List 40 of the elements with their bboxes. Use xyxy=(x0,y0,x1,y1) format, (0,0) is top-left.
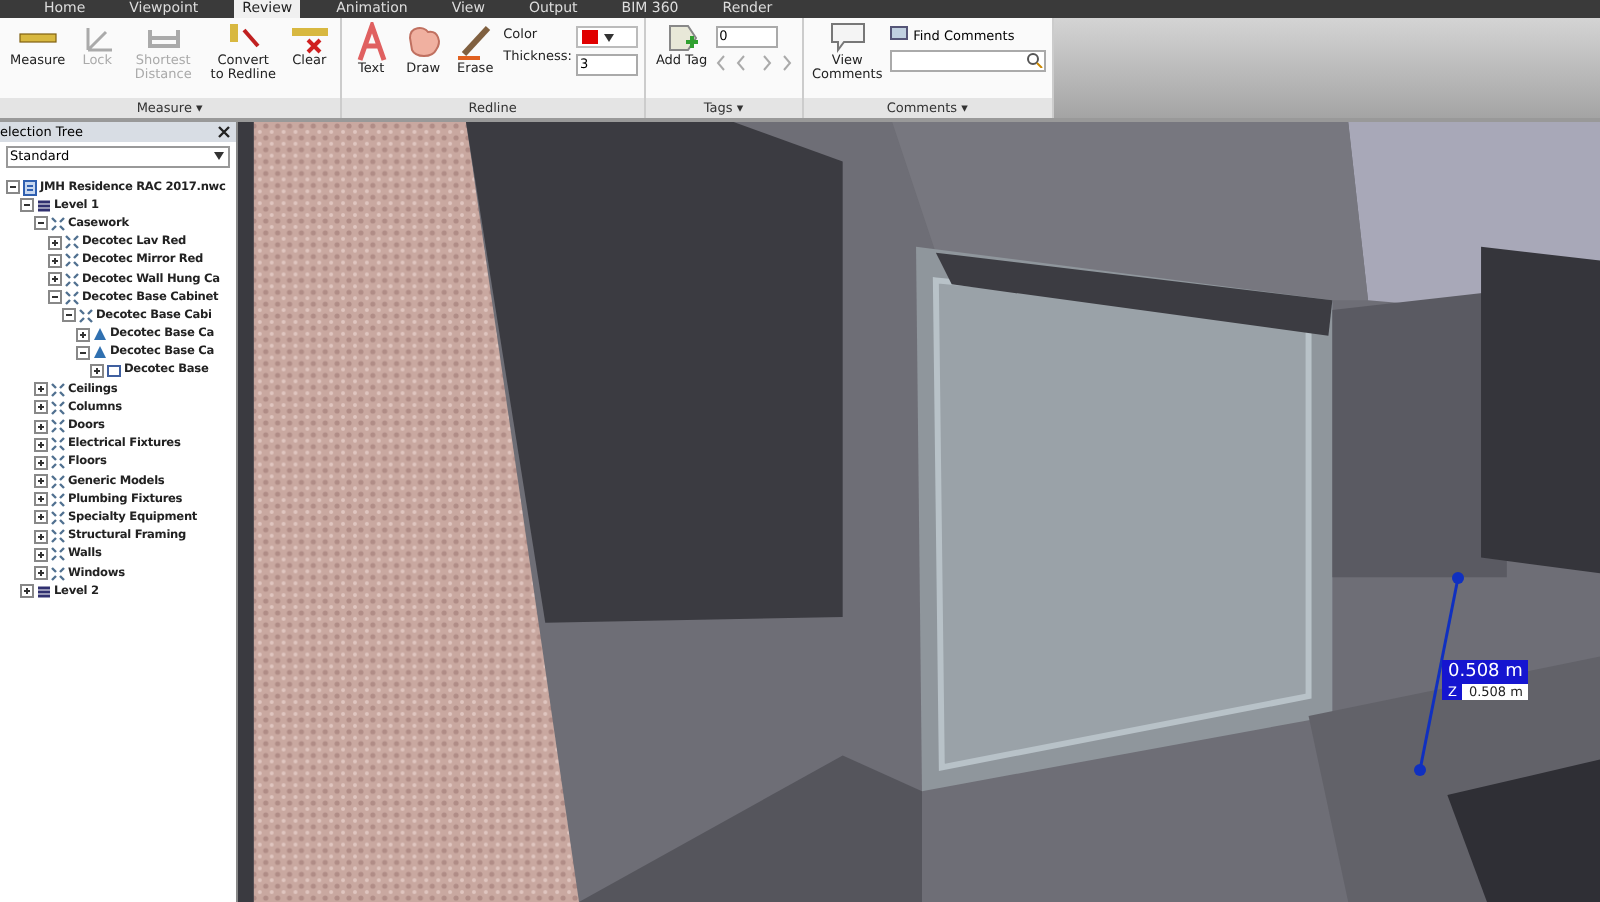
expand-icon[interactable] xyxy=(34,474,48,489)
expand-icon[interactable] xyxy=(48,235,62,250)
expand-icon[interactable] xyxy=(20,584,34,599)
collapse-icon[interactable] xyxy=(48,290,62,305)
search-icon[interactable] xyxy=(1025,52,1044,68)
caret-icon xyxy=(603,33,614,41)
collapse-icon[interactable] xyxy=(6,180,20,195)
measurement-distance: 0.508 m xyxy=(1442,660,1529,684)
cloud-icon xyxy=(403,22,444,62)
geometry-icon xyxy=(106,362,122,379)
expand-icon[interactable] xyxy=(76,327,90,342)
expand-icon[interactable] xyxy=(34,419,48,434)
tag-icon xyxy=(663,22,700,54)
eraser-icon xyxy=(455,22,496,62)
collapse-icon[interactable] xyxy=(34,216,48,231)
clear-icon xyxy=(289,22,330,54)
color-picker[interactable] xyxy=(575,26,638,48)
file-icon xyxy=(22,179,38,196)
expand-icon[interactable] xyxy=(34,492,48,507)
expand-icon[interactable] xyxy=(34,400,48,415)
speech-bubble-icon xyxy=(829,22,866,54)
expand-icon[interactable] xyxy=(90,363,104,378)
expand-icon[interactable] xyxy=(48,272,62,287)
expand-icon[interactable] xyxy=(34,437,48,452)
expand-icon[interactable] xyxy=(34,547,48,562)
expand-icon[interactable] xyxy=(34,529,48,544)
expand-icon[interactable] xyxy=(48,253,62,268)
expand-icon[interactable] xyxy=(34,455,48,470)
collapse-icon[interactable] xyxy=(62,308,76,323)
find-icon xyxy=(889,26,908,44)
expand-icon[interactable] xyxy=(34,566,48,581)
collapse-icon[interactable] xyxy=(76,345,90,360)
expand-icon[interactable] xyxy=(34,510,48,525)
caret-icon xyxy=(214,152,224,160)
close-icon[interactable] xyxy=(218,126,230,138)
level-icon xyxy=(36,197,52,214)
search-field[interactable] xyxy=(889,50,1046,72)
collapse-icon[interactable] xyxy=(20,198,34,213)
level-icon xyxy=(36,583,52,600)
expand-icon[interactable] xyxy=(34,382,48,397)
